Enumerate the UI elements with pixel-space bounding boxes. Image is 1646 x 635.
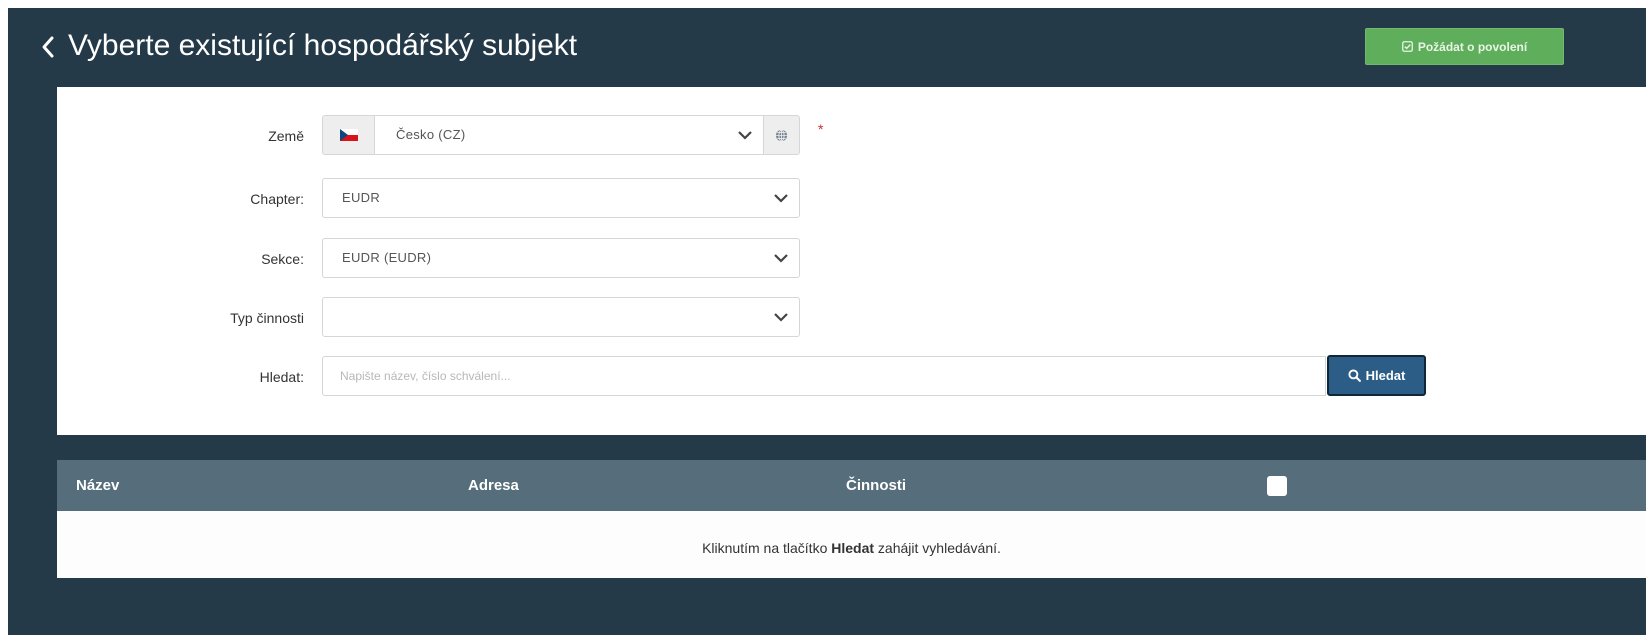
chevron-down-icon <box>774 254 788 263</box>
checkbox-check-icon <box>1401 41 1413 52</box>
column-header-name[interactable]: Název <box>76 460 119 511</box>
search-row: Hledat: Hledat <box>57 355 1646 398</box>
table-body: Kliknutím na tlačítko Hledat zahájit vyh… <box>57 511 1646 578</box>
empty-message-prefix: Kliknutím na tlačítko <box>702 540 832 556</box>
activity-type-row: Typ činnosti <box>57 297 1646 339</box>
country-input-group: Česko (CZ) <box>322 115 800 155</box>
search-input[interactable] <box>322 356 1326 396</box>
results-table: Název Adresa Činnosti Kliknutím na tlačí… <box>57 460 1646 578</box>
empty-message-suffix: zahájit vyhledávání. <box>874 540 1001 556</box>
section-select[interactable]: EUDR (EUDR) <box>322 238 800 278</box>
chapter-row: Chapter: EUDR <box>57 178 1646 220</box>
country-label: Země <box>268 128 304 144</box>
chapter-select-value: EUDR <box>342 190 381 205</box>
required-asterisk: * <box>818 121 824 137</box>
country-select[interactable]: Česko (CZ) <box>374 115 764 155</box>
czech-flag-icon <box>339 129 358 141</box>
search-icon <box>1348 369 1361 382</box>
chevron-down-icon <box>774 313 788 322</box>
country-select-value: Česko (CZ) <box>396 127 466 142</box>
country-flag-addon <box>322 115 374 155</box>
activity-type-label: Typ činnosti <box>230 310 304 326</box>
empty-state-message: Kliknutím na tlačítko Hledat zahájit vyh… <box>57 511 1646 585</box>
page-header: Vyberte existující hospodářský subjekt P… <box>8 8 1646 86</box>
back-button[interactable] <box>36 30 60 64</box>
column-header-address[interactable]: Adresa <box>468 460 519 511</box>
select-all-checkbox[interactable] <box>1267 476 1287 496</box>
search-form-panel: Země Česko (CZ) * Chapter: EUDR Sekce: E… <box>57 87 1646 435</box>
globe-button[interactable] <box>764 115 800 155</box>
country-row: Země Česko (CZ) * <box>57 115 1646 157</box>
section-label: Sekce: <box>261 251 304 267</box>
request-permit-button[interactable]: Požádat o povolení <box>1365 28 1564 65</box>
page-title: Vyberte existující hospodářský subjekt <box>68 29 578 62</box>
app-frame: Vyberte existující hospodářský subjekt P… <box>8 8 1646 635</box>
search-label: Hledat: <box>259 369 304 385</box>
chapter-select[interactable]: EUDR <box>322 178 800 218</box>
section-select-value: EUDR (EUDR) <box>342 250 432 265</box>
empty-message-bold: Hledat <box>831 540 875 556</box>
chevron-down-icon <box>738 131 752 140</box>
chapter-label: Chapter: <box>250 191 304 207</box>
search-button[interactable]: Hledat <box>1327 355 1426 396</box>
search-button-label: Hledat <box>1365 368 1406 383</box>
chevron-down-icon <box>774 194 788 203</box>
globe-icon <box>775 129 788 141</box>
chevron-left-icon <box>42 36 54 58</box>
table-header: Název Adresa Činnosti <box>57 460 1646 511</box>
request-permit-label: Požádat o povolení <box>1417 39 1528 54</box>
section-row: Sekce: EUDR (EUDR) <box>57 238 1646 280</box>
activity-type-select[interactable] <box>322 297 800 337</box>
column-header-activities[interactable]: Činnosti <box>846 460 906 511</box>
